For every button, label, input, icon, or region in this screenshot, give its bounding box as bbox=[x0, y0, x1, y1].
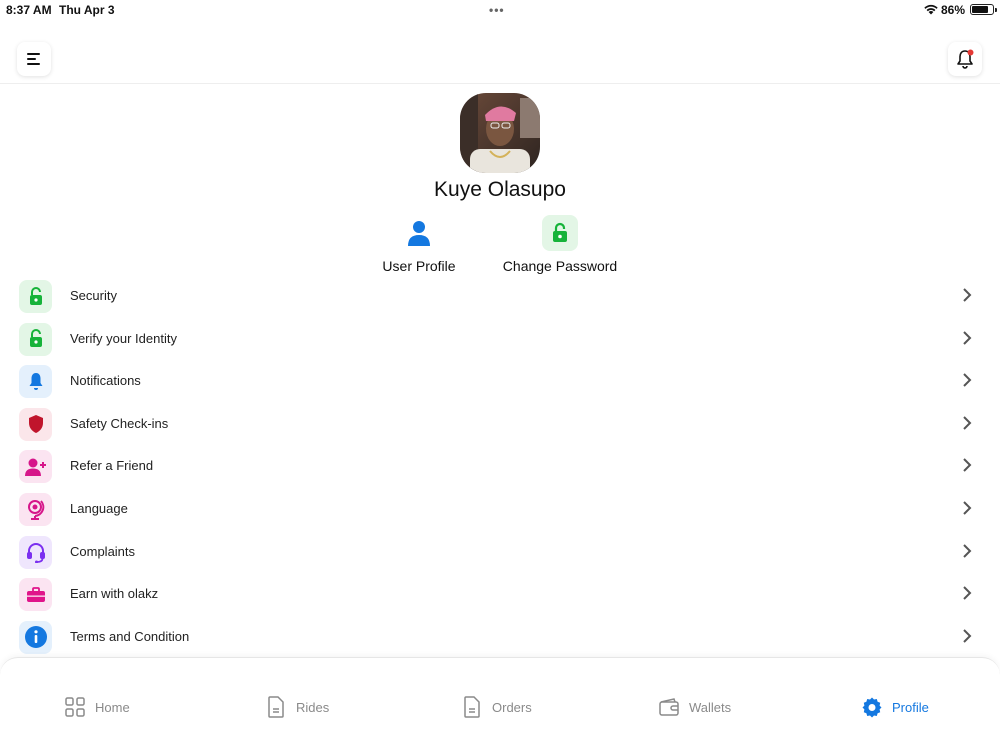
nav-wallets[interactable]: Wallets bbox=[658, 696, 731, 718]
nav-home-label: Home bbox=[95, 699, 130, 715]
lock-open-icon bbox=[19, 322, 52, 356]
wallet-icon bbox=[658, 696, 680, 718]
menu-item-terms[interactable]: Terms and Condition bbox=[0, 616, 1000, 659]
menu-item-complaints[interactable]: Complaints bbox=[0, 531, 1000, 574]
notification-dot bbox=[967, 49, 974, 56]
document-icon bbox=[461, 696, 483, 718]
headset-icon bbox=[19, 535, 52, 569]
menu-item-verify-identity[interactable]: Verify your Identity bbox=[0, 318, 1000, 361]
lock-open-icon bbox=[19, 280, 52, 313]
menu-item-label: Security bbox=[70, 288, 117, 303]
menu-item-refer-friend[interactable]: Refer a Friend bbox=[0, 445, 1000, 488]
chevron-right-icon bbox=[963, 373, 972, 387]
menu-item-earn[interactable]: Earn with olakz bbox=[0, 573, 1000, 616]
chevron-right-icon bbox=[963, 501, 972, 515]
menu-item-notifications[interactable]: Notifications bbox=[0, 360, 1000, 403]
bottom-nav: Home Rides Orders Wallets Profile bbox=[0, 657, 1000, 750]
bell-icon bbox=[19, 365, 52, 399]
chevron-right-icon bbox=[963, 416, 972, 430]
battery-percentage: 86% bbox=[941, 3, 966, 17]
change-password-button[interactable]: Change Password bbox=[500, 215, 620, 274]
status-date: Thu Apr 3 bbox=[59, 3, 115, 17]
grid-icon bbox=[64, 696, 86, 718]
menu-item-label: Notifications bbox=[70, 373, 141, 389]
menu-item-security[interactable]: Security bbox=[0, 275, 1000, 318]
menu-item-label: Safety Check-ins bbox=[70, 415, 169, 431]
chevron-right-icon bbox=[963, 458, 972, 473]
settings-menu: Security Verify your Identity Notificati… bbox=[0, 275, 1000, 658]
chevron-right-icon bbox=[963, 629, 972, 643]
menu-item-label: Verify your Identity bbox=[70, 330, 177, 346]
bell-icon bbox=[957, 49, 974, 69]
gear-icon bbox=[861, 696, 883, 718]
battery-icon bbox=[970, 4, 997, 15]
menu-item-label: Earn with olakz bbox=[70, 586, 159, 602]
menu-button[interactable] bbox=[17, 42, 51, 76]
status-time: 8:37 AM bbox=[6, 3, 52, 17]
document-icon bbox=[265, 696, 287, 718]
hamburger-icon bbox=[27, 53, 40, 65]
briefcase-icon bbox=[19, 578, 52, 612]
menu-item-language[interactable]: Language bbox=[0, 488, 1000, 531]
shield-icon bbox=[19, 407, 52, 441]
info-icon bbox=[19, 620, 52, 654]
nav-orders[interactable]: Orders bbox=[461, 696, 532, 718]
avatar[interactable] bbox=[460, 93, 540, 173]
chevron-right-icon bbox=[963, 330, 972, 345]
user-name: Kuye Olasupo bbox=[434, 178, 566, 201]
chevron-right-icon bbox=[963, 288, 972, 302]
status-bar: 8:37 AM Thu Apr 3 ••• 86% bbox=[0, 0, 1000, 20]
user-icon bbox=[401, 215, 437, 251]
nav-profile[interactable]: Profile bbox=[861, 696, 929, 718]
nav-wallets-label: Wallets bbox=[689, 699, 732, 715]
nav-rides-label: Rides bbox=[296, 699, 330, 715]
menu-item-label: Terms and Condition bbox=[70, 628, 190, 644]
wifi-icon bbox=[924, 4, 938, 15]
multitasking-dots-icon[interactable]: ••• bbox=[489, 3, 505, 17]
user-plus-icon bbox=[19, 450, 52, 484]
user-profile-button[interactable]: User Profile bbox=[378, 215, 460, 274]
nav-rides[interactable]: Rides bbox=[265, 696, 329, 718]
change-password-label: Change Password bbox=[502, 258, 618, 274]
user-profile-label: User Profile bbox=[382, 258, 456, 274]
menu-item-label: Language bbox=[70, 500, 128, 516]
profile-screen: 8:37 AM Thu Apr 3 ••• 86% Kuye Olasupo U… bbox=[0, 0, 1000, 750]
nav-orders-label: Orders bbox=[492, 699, 532, 715]
chevron-right-icon bbox=[963, 543, 972, 558]
chevron-right-icon bbox=[963, 586, 972, 600]
nav-profile-label: Profile bbox=[892, 699, 929, 715]
menu-item-label: Complaints bbox=[70, 543, 136, 559]
lock-icon bbox=[542, 215, 578, 251]
notifications-button[interactable] bbox=[948, 42, 982, 76]
nav-home[interactable]: Home bbox=[64, 696, 130, 718]
menu-item-label: Refer a Friend bbox=[70, 458, 154, 474]
top-bar bbox=[0, 20, 1000, 84]
menu-item-safety-checkins[interactable]: Safety Check-ins bbox=[0, 403, 1000, 446]
globe-icon bbox=[19, 492, 52, 526]
